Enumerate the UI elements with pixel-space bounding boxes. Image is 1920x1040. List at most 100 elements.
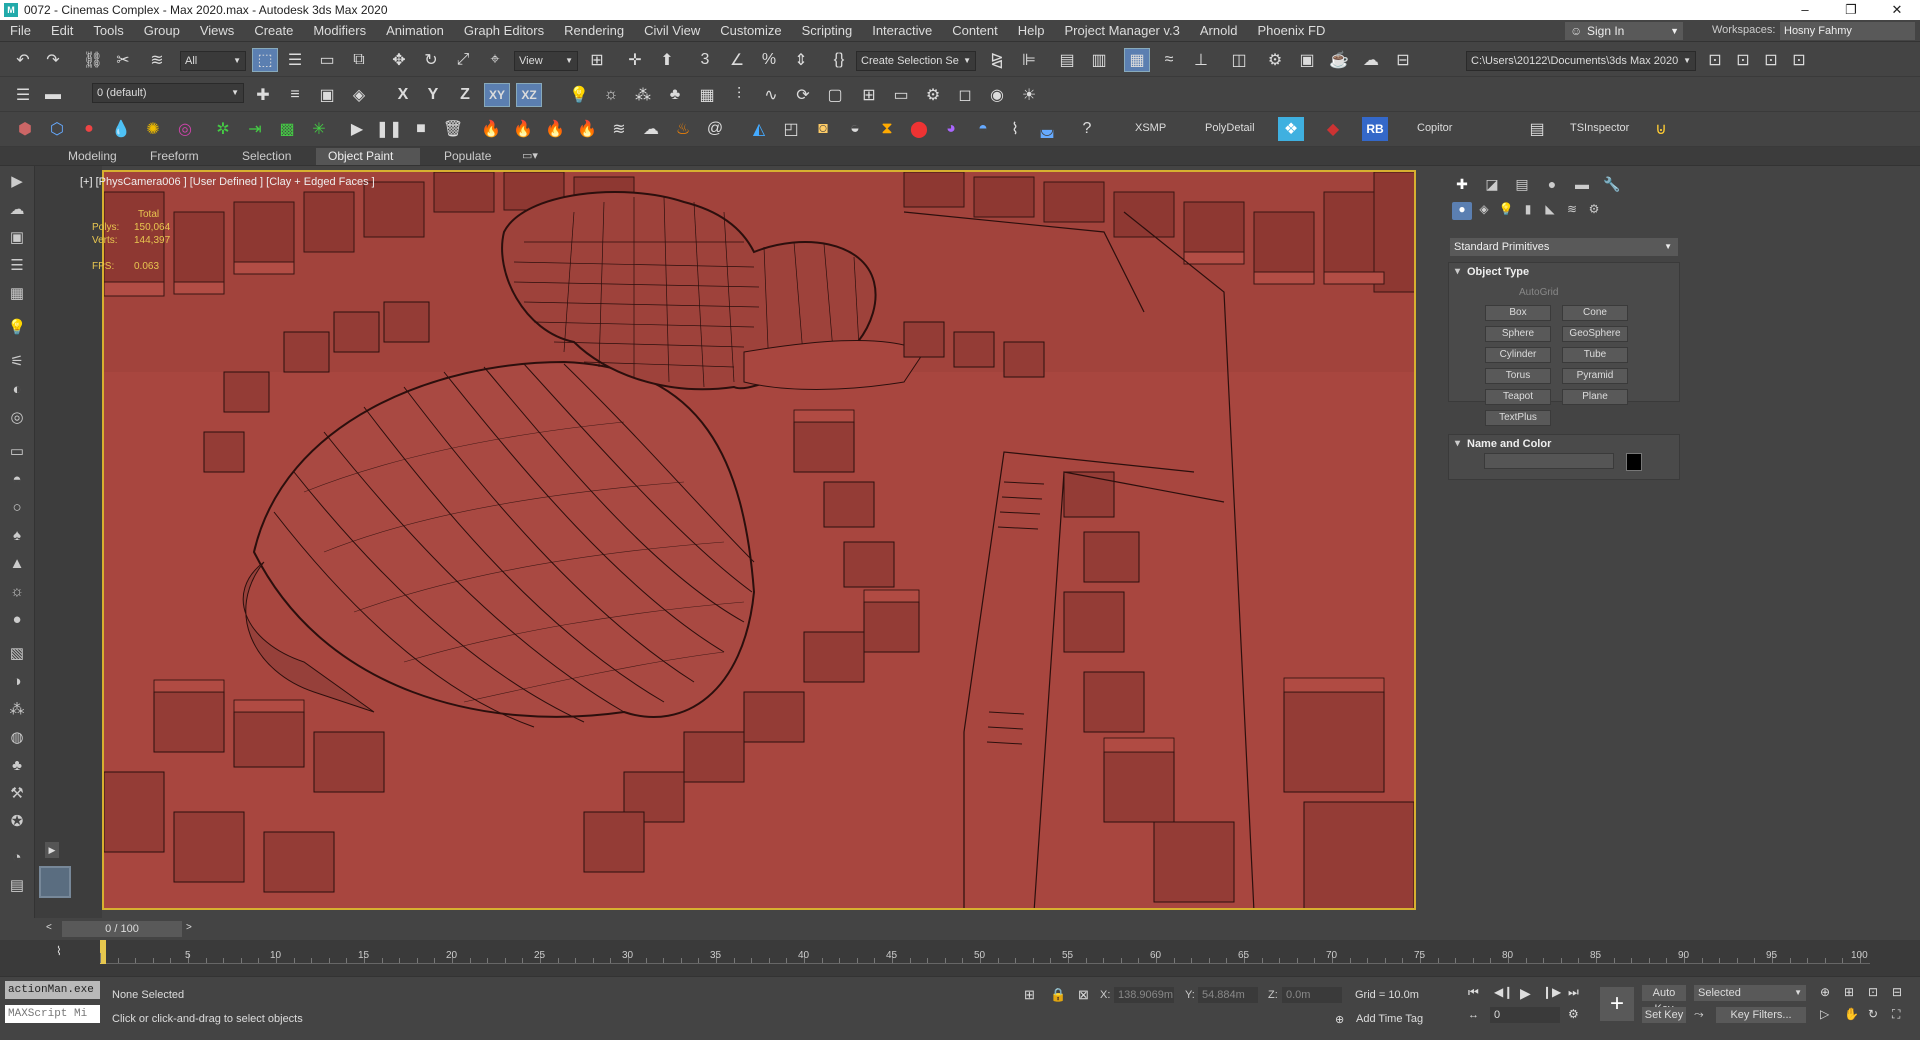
calc-tool-icon[interactable]: ▤	[5, 874, 29, 896]
align-icon[interactable]: ⊫	[1016, 48, 1042, 72]
help-icon[interactable]: ?	[1074, 117, 1100, 141]
table-tool-icon[interactable]: ▦	[5, 282, 29, 304]
render-icon[interactable]: ☕	[1326, 48, 1352, 72]
axis-xz-button[interactable]: XZ	[516, 83, 542, 107]
layer-stack-icon[interactable]: ◈	[346, 83, 372, 107]
plane-button[interactable]: Plane	[1562, 389, 1628, 405]
utilities-tab-icon[interactable]: 🔧	[1600, 176, 1624, 196]
object-color-swatch[interactable]	[1626, 453, 1642, 471]
z-coord-field[interactable]: 0.0m	[1282, 987, 1342, 1003]
percent-snap-icon[interactable]: %	[756, 48, 782, 72]
redo-icon[interactable]: ↷	[40, 48, 66, 72]
schematic-view-icon[interactable]: ⊥	[1188, 48, 1214, 72]
ribbon-options-icon[interactable]: ▭▾	[522, 149, 538, 162]
torus-icon[interactable]: ◎	[172, 117, 198, 141]
zoom-icon[interactable]: ⊕	[1820, 985, 1830, 999]
arrow-right-icon[interactable]: ⇥	[242, 117, 268, 141]
water-icon[interactable]: ◭	[746, 117, 772, 141]
play-icon[interactable]: ▶	[344, 117, 370, 141]
tsinspector-button[interactable]: TSInspector	[1570, 122, 1629, 134]
move-icon[interactable]: ✥	[386, 48, 412, 72]
unlink-icon[interactable]: ✂	[110, 48, 136, 72]
cone-tool-icon[interactable]: ▲	[5, 552, 29, 574]
material-editor-icon[interactable]: ◫	[1226, 48, 1252, 72]
tab-object-paint[interactable]: Object Paint	[316, 148, 420, 165]
hammer-tool-icon[interactable]: ⚒	[5, 782, 29, 804]
rect-selection-icon[interactable]: ▭	[314, 48, 340, 72]
globe-tool-icon[interactable]: ◍	[5, 726, 29, 748]
pan-icon[interactable]: ✋	[1844, 1007, 1859, 1021]
ref-coord-select[interactable]: View ▼	[514, 51, 578, 71]
zoom-extents-icon[interactable]: ⊡	[1868, 985, 1878, 999]
hierarchy-tab-icon[interactable]: ▤	[1510, 176, 1534, 196]
edit-named-selection-icon[interactable]: {}	[826, 48, 852, 72]
box-button[interactable]: Box	[1485, 305, 1551, 321]
flame-icon[interactable]: ♨	[670, 117, 696, 141]
copitor-button[interactable]: Copitor	[1417, 122, 1452, 134]
tab-modeling[interactable]: Modeling	[56, 148, 129, 165]
go-to-end-icon[interactable]: ⏭	[1568, 985, 1579, 1000]
prev-frame-icon[interactable]: <	[46, 922, 52, 933]
spinner-snap-icon[interactable]: ⇕	[788, 48, 814, 72]
tube-button[interactable]: Tube	[1562, 347, 1628, 363]
xsmp-button[interactable]: XSMP	[1135, 122, 1166, 134]
menu-graph-editors[interactable]: Graph Editors	[454, 23, 554, 38]
curve-editor-icon[interactable]: ≈	[1156, 48, 1182, 72]
trash-icon[interactable]: 🗑	[440, 117, 466, 141]
close-button[interactable]: ✕	[1874, 2, 1920, 18]
particle-icon[interactable]: ⁂	[630, 83, 656, 107]
select-in-layer-icon[interactable]: ≡	[282, 83, 308, 107]
menu-create[interactable]: Create	[244, 23, 303, 38]
menu-customize[interactable]: Customize	[710, 23, 791, 38]
hourglass-icon[interactable]: ⧗	[874, 117, 900, 141]
menu-views[interactable]: Views	[190, 23, 244, 38]
expand-icon[interactable]: ▶	[45, 842, 59, 858]
geosphere-button[interactable]: GeoSphere	[1562, 326, 1628, 342]
x-coord-field[interactable]: 138.9069m	[1114, 987, 1174, 1003]
menu-tools[interactable]: Tools	[83, 23, 133, 38]
ball-icon[interactable]: ◕	[938, 117, 964, 141]
key-tangent-icon[interactable]: ⤳	[1694, 1007, 1704, 1022]
tab-selection[interactable]: Selection	[230, 148, 303, 165]
fire-3-icon[interactable]: 🔥	[542, 117, 568, 141]
plugin-diamond-icon[interactable]: ◆	[1320, 117, 1346, 141]
named-selection-select[interactable]: Create Selection Se ▼	[856, 51, 976, 71]
time-slider[interactable]: 0 / 100	[62, 921, 182, 937]
track-bar[interactable]: ⌇ 5 10 15 20 25 30 35 40 45 50 55 60 65 70 75 80 85 90 95 1…	[0, 940, 1920, 976]
curve-editor-mini-icon[interactable]: ⌇	[56, 944, 62, 958]
angle-snap-icon[interactable]: ∠	[724, 48, 750, 72]
wind-icon[interactable]: ≋	[606, 117, 632, 141]
helpers-icon[interactable]: ◣	[1540, 202, 1560, 220]
project-settings-icon[interactable]: ⊡	[1786, 48, 1812, 72]
plugin-cube-icon[interactable]: ❖	[1278, 117, 1304, 141]
gear-icon[interactable]: ⚙	[920, 83, 946, 107]
red-sphere-icon[interactable]: ●	[76, 117, 102, 141]
tab-freeform[interactable]: Freeform	[138, 148, 211, 165]
lock-icon[interactable]: 🔒	[1050, 987, 1066, 1003]
geometry-icon[interactable]: ●	[1452, 202, 1472, 220]
tsinspector-icon[interactable]: ▤	[1524, 117, 1550, 141]
leaf-tool-icon[interactable]: ♣	[5, 754, 29, 776]
pill-tool-icon[interactable]: ◑	[5, 670, 29, 692]
light-tool-icon[interactable]: 💡	[5, 316, 29, 338]
scatter-tool-icon[interactable]: ⁂	[5, 698, 29, 720]
menu-project-manager[interactable]: Project Manager v.3	[1055, 23, 1190, 38]
perspective-viewport[interactable]	[102, 170, 1416, 910]
menu-modifiers[interactable]: Modifiers	[303, 23, 376, 38]
fire-4-icon[interactable]: 🔥	[574, 117, 600, 141]
spline-icon[interactable]: ∿	[758, 83, 784, 107]
sphere-tool-icon[interactable]: ○	[5, 496, 29, 518]
sun-tool-icon[interactable]: ☼	[5, 580, 29, 602]
stop-icon[interactable]: ■	[408, 117, 434, 141]
spacewarps-icon[interactable]: ≋	[1562, 202, 1582, 220]
menu-content[interactable]: Content	[942, 23, 1008, 38]
render-region-icon[interactable]: ▭	[888, 83, 914, 107]
place-icon[interactable]: ⌖	[482, 48, 508, 72]
undo-icon[interactable]: ↶	[10, 48, 36, 72]
beer-icon[interactable]: ◙	[810, 117, 836, 141]
track-ruler[interactable]: 5 10 15 20 25 30 35 40 45 50 55 60 65 70 75 80 85 90 95 100	[100, 940, 1870, 964]
polydetail-button[interactable]: PolyDetail	[1205, 122, 1255, 134]
mirror-icon[interactable]: ⧎	[984, 48, 1010, 72]
play-animation-icon[interactable]: ▶	[1520, 985, 1531, 1002]
select-by-name-icon[interactable]: ☰	[282, 48, 308, 72]
